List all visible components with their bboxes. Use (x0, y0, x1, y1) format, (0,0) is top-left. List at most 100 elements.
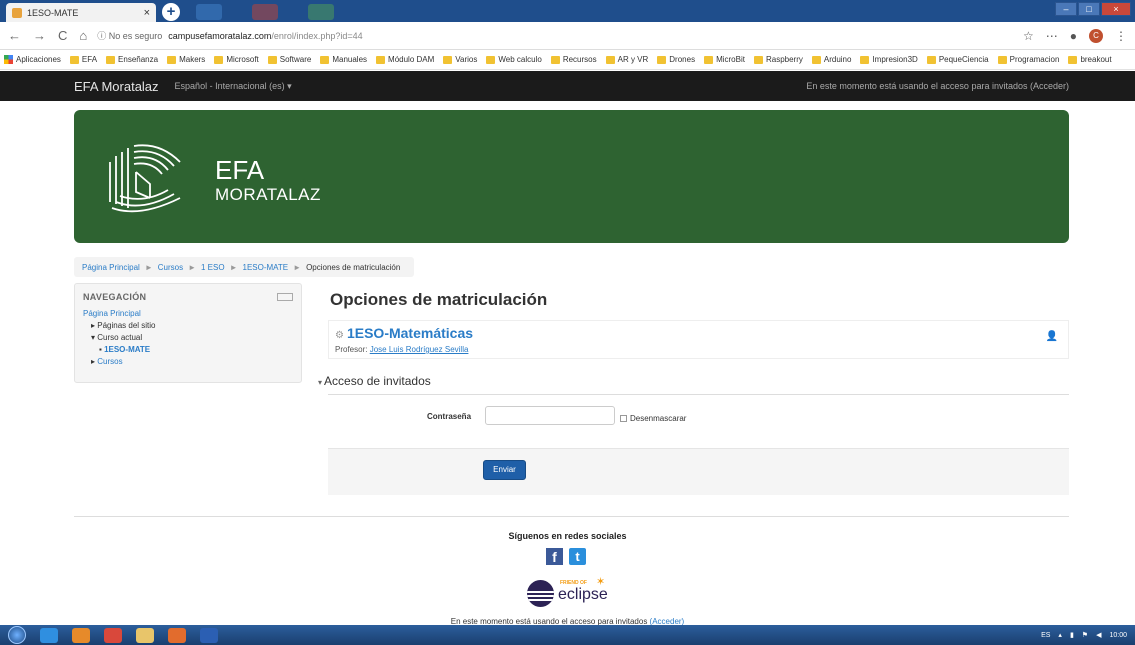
opera-icon[interactable]: ● (1070, 29, 1077, 43)
folder-icon (704, 55, 714, 64)
maximize-icon[interactable]: □ (1078, 2, 1100, 16)
flag-icon[interactable]: ⚑ (1082, 631, 1088, 639)
bookmark-item[interactable]: Software (267, 55, 312, 64)
minimize-icon[interactable]: – (1055, 2, 1077, 16)
bookmark-item[interactable]: Arduino (811, 55, 851, 64)
clock[interactable]: 10:00 (1109, 632, 1127, 639)
footer-divider (74, 516, 1069, 517)
bookmark-label: breakout (1080, 55, 1112, 64)
breadcrumb-link[interactable]: 1 ESO (201, 263, 225, 272)
eclipse-logo[interactable]: FRIEND OF ✶ eclipse (527, 576, 622, 607)
folder-icon (267, 55, 277, 64)
home-icon[interactable]: ⌂ (79, 28, 87, 43)
bookmark-item[interactable]: Raspberry (753, 55, 803, 64)
folder-icon (69, 55, 79, 64)
login-info[interactable]: En este momento está usando el acceso pa… (806, 81, 1069, 91)
volume-icon[interactable]: ◀ (1096, 631, 1101, 639)
start-button[interactable] (8, 626, 26, 644)
tray-arrow-icon[interactable]: ▴ (1058, 631, 1062, 639)
banner-title: EFA MORATALAZ (215, 157, 321, 205)
folder-icon (376, 55, 386, 64)
bookmark-item[interactable]: Enseñanza (106, 55, 158, 64)
nav-home-link[interactable]: Página Principal (83, 309, 141, 318)
ie-icon[interactable] (40, 627, 58, 643)
unmask-toggle[interactable]: Desenmascarar (620, 414, 686, 423)
bookmark-item[interactable]: Drones (657, 55, 695, 64)
bookmark-item[interactable]: Makers (167, 55, 205, 64)
bookmarks-bar: Aplicaciones EFA Enseñanza Makers Microsoft S… (0, 50, 1135, 70)
breadcrumb-link[interactable]: 1ESO-MATE (243, 263, 289, 272)
browser-tab[interactable]: 1ESO-MATE × (6, 3, 156, 22)
bookmark-item[interactable]: Varios (443, 55, 477, 64)
bookmark-item[interactable]: AR y VR (605, 55, 648, 64)
bookmark-item[interactable]: breakout (1068, 55, 1112, 64)
facebook-icon[interactable]: f (546, 548, 563, 565)
bookmark-item[interactable]: Web calculo (486, 55, 542, 64)
site-banner: EFA MORATALAZ (74, 110, 1069, 243)
site-brand-link[interactable]: EFA Moratalaz (74, 79, 159, 94)
security-indicator[interactable]: ⓘ No es seguro (97, 29, 162, 42)
folder-icon (1068, 55, 1078, 64)
bookmark-item[interactable]: EFA (69, 55, 97, 64)
taskbar-ghost-icon (308, 4, 334, 20)
nav-current-course[interactable]: Curso actual (97, 333, 142, 342)
nav-courses-link[interactable]: Cursos (97, 357, 122, 366)
tab-close-icon[interactable]: × (144, 7, 150, 19)
breadcrumb-link[interactable]: Página Principal (82, 263, 140, 272)
player-icon[interactable] (168, 627, 186, 643)
media-icon[interactable] (72, 627, 90, 643)
folder-icon (753, 55, 763, 64)
language-indicator[interactable]: ES (1041, 632, 1050, 639)
course-name-link[interactable]: 1ESO-Matemáticas (347, 325, 473, 341)
bookmark-item[interactable]: Manuales (320, 55, 367, 64)
profile-avatar[interactable]: C (1089, 28, 1103, 43)
bookmark-item[interactable]: MicroBit (704, 55, 745, 64)
address-bar: ← → C ⌂ ⓘ No es seguro campusefamoratala… (0, 22, 1135, 50)
dock-block-icon[interactable] (277, 293, 293, 301)
extension-icon[interactable]: ⋯ (1046, 29, 1058, 43)
tab-title: 1ESO-MATE (27, 7, 79, 18)
folder-icon (997, 55, 1007, 64)
bookmark-label: Software (279, 55, 312, 64)
forward-icon[interactable]: → (33, 28, 46, 43)
apps-bookmark[interactable]: Aplicaciones (4, 55, 61, 64)
nav-course-link[interactable]: 1ESO-MATE (104, 345, 150, 354)
page-title: Opciones de matriculación (330, 290, 548, 309)
new-tab-button[interactable]: + (162, 3, 180, 21)
word-icon[interactable] (200, 627, 218, 643)
divider (328, 394, 1069, 395)
bookmark-item[interactable]: Recursos (550, 55, 597, 64)
url-field[interactable]: campusefamoratalaz.com/enrol/index.php?i… (168, 31, 362, 41)
bookmark-item[interactable]: Microsoft (214, 55, 259, 64)
back-icon[interactable]: ← (8, 28, 21, 43)
collapse-icon: ▾ (318, 378, 323, 387)
windows-taskbar: ES ▴ ▮ ⚑ ◀ 10:00 (0, 625, 1135, 645)
network-icon[interactable]: ▮ (1070, 631, 1074, 639)
breadcrumb-link[interactable]: Cursos (158, 263, 183, 272)
teacher-link[interactable]: Jose Luis Rodríguez Sevilla (370, 345, 469, 354)
chrome-icon[interactable] (104, 627, 122, 643)
folder-icon[interactable] (136, 627, 154, 643)
bookmark-item[interactable]: Impresion3D (860, 55, 918, 64)
password-input[interactable] (485, 406, 615, 425)
submit-button[interactable]: Enviar (483, 460, 526, 480)
guest-access-section[interactable]: ▾ Acceso de invitados (318, 374, 431, 388)
folder-icon (443, 55, 453, 64)
nav-site-pages[interactable]: Páginas del sitio (97, 321, 155, 330)
reload-icon[interactable]: C (58, 28, 67, 43)
unmask-label: Desenmascarar (630, 414, 687, 423)
bookmark-item[interactable]: Programacion (997, 55, 1059, 64)
submit-row: Enviar (328, 448, 1069, 495)
teacher-label: Profesor: (335, 345, 368, 354)
bookmark-item[interactable]: PequeCiencia (926, 55, 989, 64)
menu-icon[interactable]: ⋮ (1115, 29, 1127, 43)
twitter-icon[interactable]: t (569, 548, 586, 565)
banner-line2: MORATALAZ (215, 185, 321, 204)
close-window-icon[interactable]: × (1101, 2, 1131, 16)
language-menu[interactable]: Español - Internacional (es) ▾ (175, 81, 292, 92)
star-icon[interactable]: ☆ (1023, 29, 1034, 43)
breadcrumb-separator-icon: ► (229, 262, 238, 272)
unmask-checkbox[interactable] (620, 415, 627, 422)
bookmark-label: Módulo DAM (388, 55, 435, 64)
bookmark-item[interactable]: Módulo DAM (376, 55, 434, 64)
